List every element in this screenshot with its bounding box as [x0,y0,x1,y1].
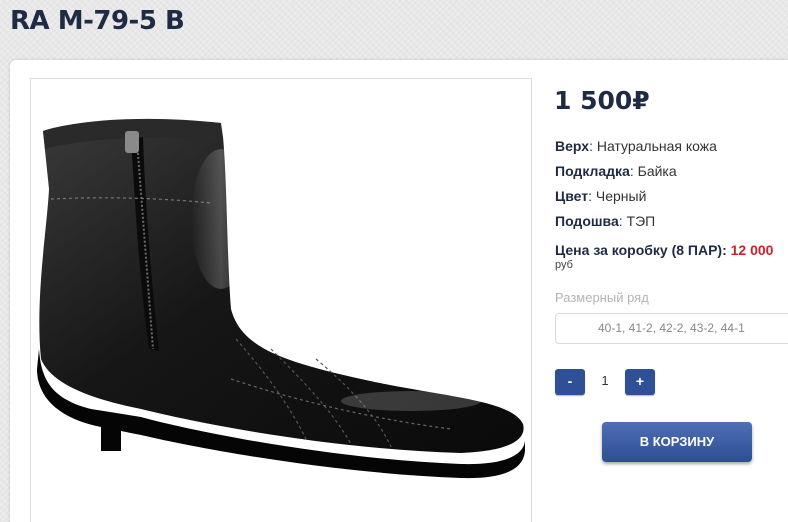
product-image[interactable] [30,78,532,522]
spec-lining: Подкладка: Байка [555,163,677,179]
add-to-cart-button[interactable]: В КОРЗИНУ [602,422,752,462]
quantity-minus-button[interactable]: - [555,369,585,395]
size-label: Размерный ряд [555,290,649,305]
spec-label: Цвет [555,188,589,204]
spec-value: : Байка [629,163,677,179]
spec-label: Подошва [555,213,619,229]
price: 1 500₽ [554,86,650,115]
box-price-label: Цена за коробку (8 ПАР): [555,242,731,258]
quantity-input[interactable]: 1 [586,373,624,388]
spec-value: : ТЭП [618,213,656,229]
box-price-currency: руб [555,259,573,271]
boot-icon [37,118,525,479]
size-select[interactable]: 40-1, 41-2, 42-2, 43-2, 44-1 [555,313,788,344]
spec-color: Цвет: Черный [555,188,646,204]
spec-sole: Подошва: ТЭП [555,213,655,229]
spec-label: Подкладка [555,163,630,179]
box-price: Цена за коробку (8 ПАР): 12 000 [555,242,773,258]
spec-value: : Черный [588,188,647,204]
spec-upper: Верх: Натуральная кожа [555,138,717,154]
quantity-plus-button[interactable]: + [625,369,655,395]
page-title: RA M-79-5 B [10,6,185,36]
spec-label: Верх [555,138,590,154]
spec-value: : Натуральная кожа [589,138,717,154]
box-price-value: 12 000 [730,242,774,258]
